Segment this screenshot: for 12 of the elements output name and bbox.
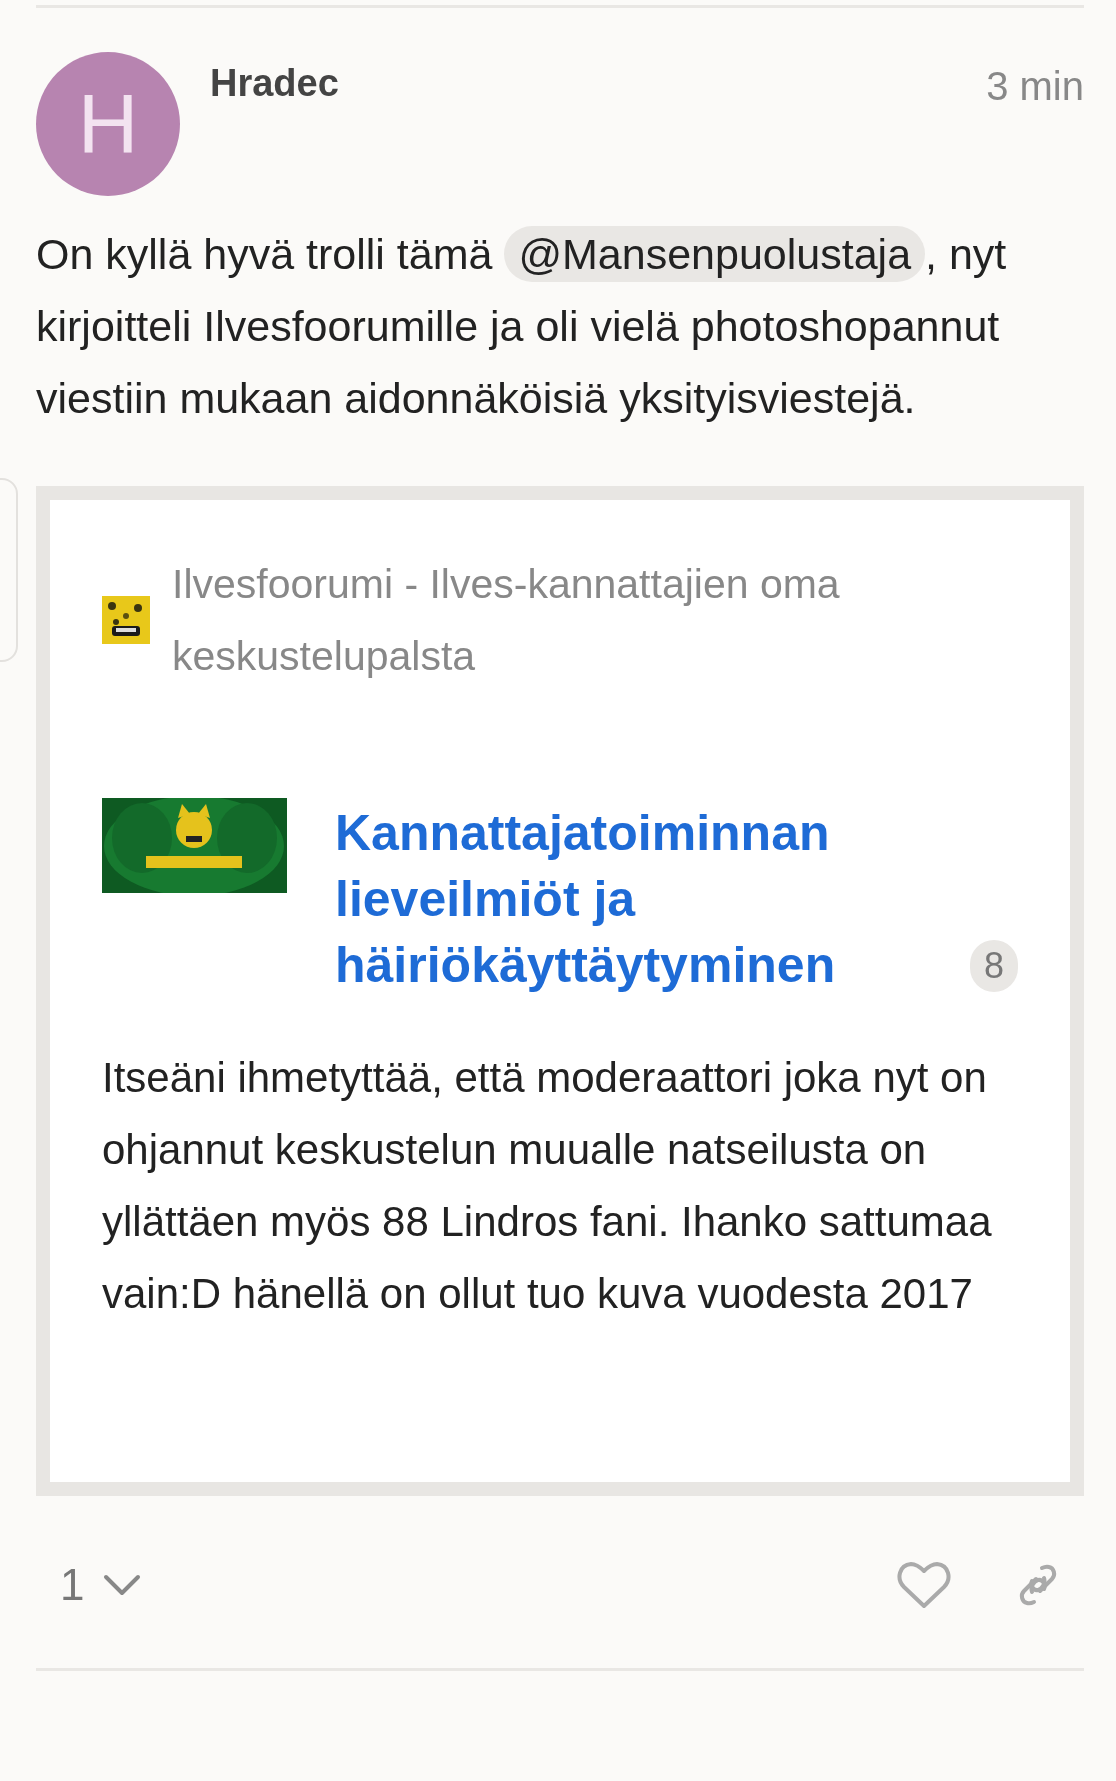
username[interactable]: Hradec <box>210 62 987 105</box>
reply-count: 8 <box>969 940 1018 992</box>
heart-icon <box>896 1560 952 1610</box>
mention-link[interactable]: @Mansenpuolustaja <box>504 226 926 282</box>
replies-button[interactable]: 1 <box>60 1560 143 1610</box>
post-time[interactable]: 3 min <box>986 64 1084 109</box>
excerpt-text: Itseäni ihmetyttää, että moderaattori joka nyt on ohjannut keskustelun muualle natseilusta on yllättäen myös 88 Lindros fani. Ihanko sattumaa vain:D hänellä on ollut tuo kuva vuodesta 2017 <box>102 1053 993 1319</box>
post-text: On kyllä hyvä trolli tämä @Mansenpuolustaja , nyt kirjoitteli Ilvesfoorumille ja oli vielä photoshopannut viestiin mukaan aidonnäköisiä yksityisviestejä. <box>36 218 1084 434</box>
avatar[interactable]: H <box>36 52 180 196</box>
topic-title-link[interactable]: Kannattajatoiminnan lieveilmiöt ja häiriökäyttäytyminen <box>335 800 964 998</box>
like-button[interactable] <box>896 1560 952 1610</box>
site-name[interactable]: Ilvesfoorumi - Ilves-kannattajien oma keskustelupalsta <box>172 548 1018 692</box>
